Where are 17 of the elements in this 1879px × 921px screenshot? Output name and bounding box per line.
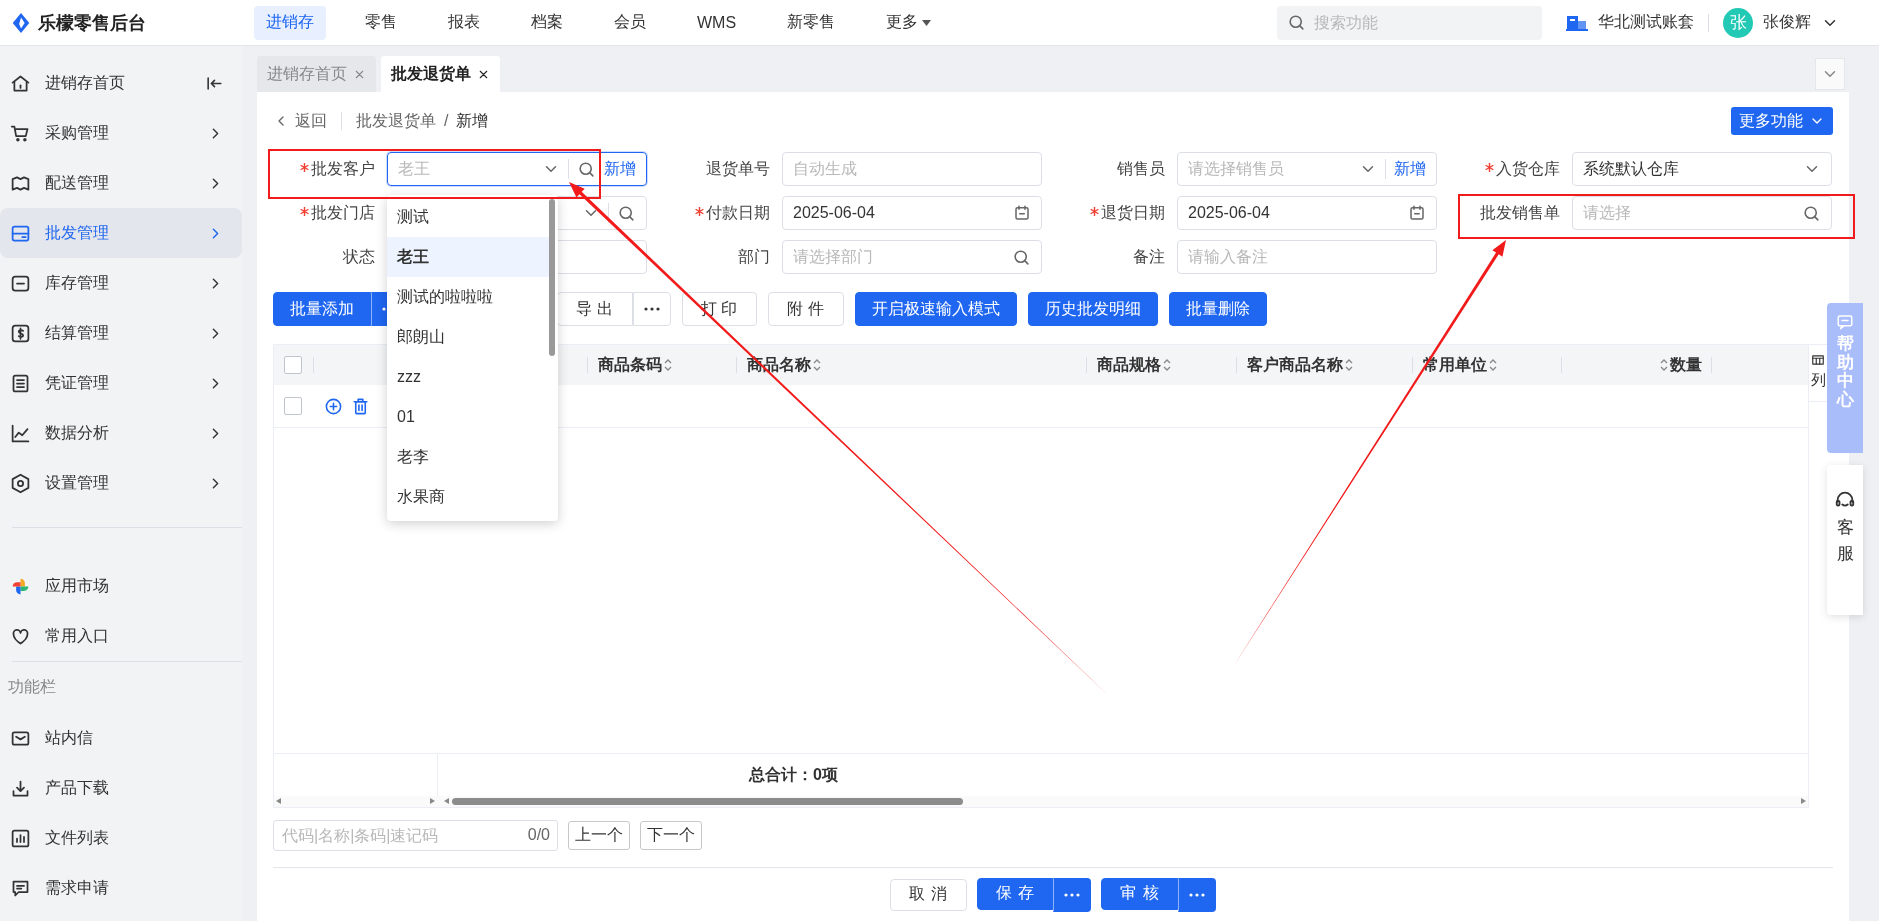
field-label: 入货仓库: [1496, 158, 1560, 179]
breadcrumb-separator: /: [444, 112, 449, 130]
total-summary: 总合计：0项: [747, 764, 838, 785]
field-label: 状态: [343, 246, 375, 267]
field-label: 销售员: [1117, 158, 1165, 179]
field-label: 批发门店: [311, 202, 375, 223]
app-title: 乐檬零售后台: [38, 11, 146, 35]
match-count: 0/0: [527, 826, 550, 844]
field-label: 批发客户: [311, 158, 375, 179]
breadcrumb-item: 新增: [456, 110, 489, 131]
field-label: 退货日期: [1101, 202, 1165, 223]
field-label: 批发销售单: [1480, 202, 1560, 223]
field-label: 部门: [738, 246, 770, 267]
field-label: 退货单号: [706, 158, 770, 179]
section-label: 功能栏: [8, 677, 56, 697]
field-label: 备注: [1133, 246, 1165, 267]
field-label: 付款日期: [706, 202, 770, 223]
